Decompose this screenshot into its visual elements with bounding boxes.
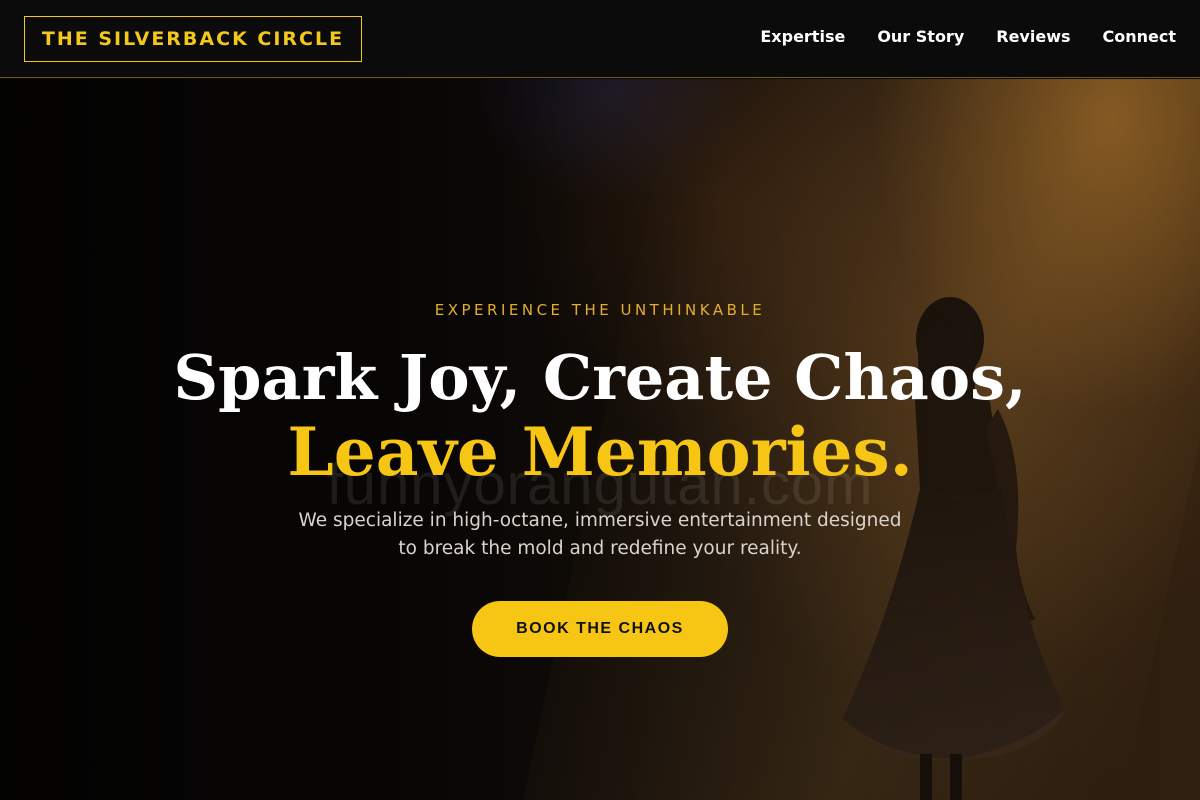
hero-subtext-line-1: We specialize in high-octane, immersive … bbox=[298, 510, 902, 531]
main-nav: Expertise Our Story Reviews Connect bbox=[760, 27, 1176, 46]
headline-line-1: Spark Joy, Create Chaos, bbox=[173, 341, 1027, 414]
hero-eyebrow: EXPERIENCE THE UNTHINKABLE bbox=[434, 301, 766, 319]
headline-line-2: Leave Memories. bbox=[287, 413, 913, 491]
nav-link-expertise[interactable]: Expertise bbox=[760, 27, 845, 46]
page: THE SILVERBACK CIRCLE Expertise Our Stor… bbox=[0, 0, 1200, 800]
site-header: THE SILVERBACK CIRCLE Expertise Our Stor… bbox=[0, 0, 1200, 78]
site-logo[interactable]: THE SILVERBACK CIRCLE bbox=[24, 16, 362, 62]
nav-link-our-story[interactable]: Our Story bbox=[877, 27, 964, 46]
hero-subtext: We specialize in high-octane, immersive … bbox=[0, 507, 1200, 563]
book-the-chaos-button[interactable]: BOOK THE CHAOS bbox=[472, 601, 728, 657]
hero-section: funnyorangutan.com EXPERIENCE THE UNTHIN… bbox=[0, 79, 1200, 800]
nav-link-connect[interactable]: Connect bbox=[1103, 27, 1177, 46]
hero-headline: Spark Joy, Create Chaos, Leave Memories. bbox=[0, 341, 1200, 489]
nav-link-reviews[interactable]: Reviews bbox=[996, 27, 1070, 46]
hero-subtext-line-2: to break the mold and redefine your real… bbox=[398, 538, 802, 559]
